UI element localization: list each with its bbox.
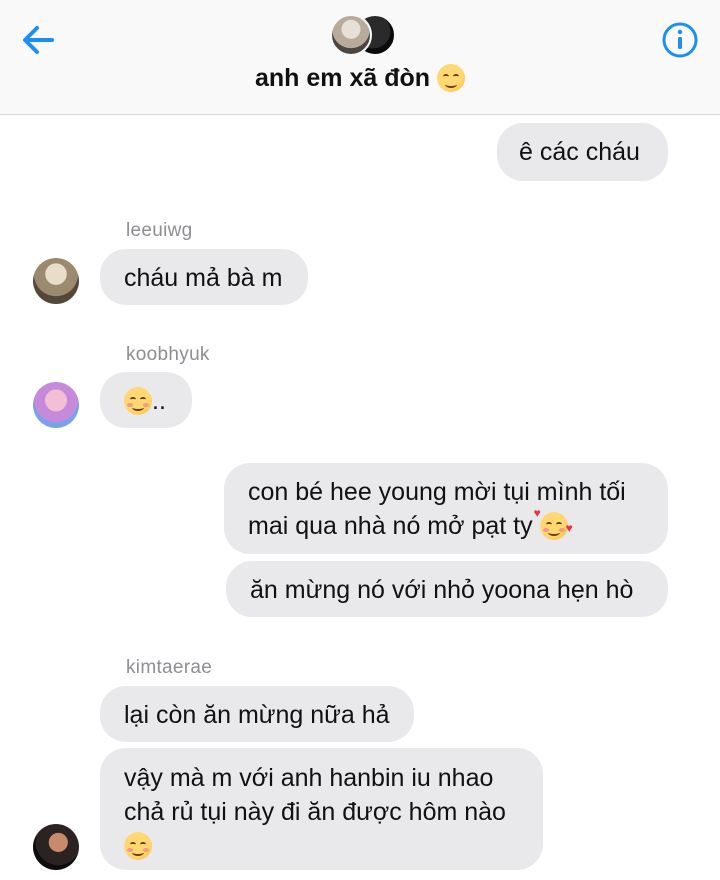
message-bubble-outgoing[interactable]: ăn mừng nó với nhỏ yoona hẹn hò [226,561,668,617]
avatar[interactable] [33,258,79,304]
avatar[interactable] [33,382,79,428]
smiling-face-emoji [124,832,152,860]
back-arrow-icon[interactable] [18,20,58,60]
message-bubble-outgoing[interactable]: ê các cháu [497,123,668,181]
message-text-line-2: chả rủ tụi này đi ăn được hôm nào [124,798,506,826]
message-bubble-outgoing[interactable]: con bé hee young mời tụi mình tối mai qu… [224,463,668,554]
chat-header: anh em xã đòn [0,0,720,115]
group-avatar[interactable] [330,14,402,56]
smiling-face-with-hearts-emoji: ♥ ♥ [534,507,573,540]
message-bubble-incoming[interactable]: .. [100,372,192,428]
message-text: lại còn ăn mừng nữa hả [124,701,390,729]
smirk-face-emoji [437,64,465,92]
sender-name: leeuiwg [126,220,193,241]
message-text-line-1: con bé hee young mời tụi mình tối [248,478,626,506]
sender-name: koobhyuk [126,344,210,365]
message-text: .. [152,387,166,415]
sender-name: kimtaerae [126,657,213,678]
message-text: ăn mừng nó với nhỏ yoona hẹn hò [250,576,634,604]
message-bubble-incoming[interactable]: vậy mà m với anh hanbin iu nhao chả rủ t… [100,748,543,870]
chat-title[interactable]: anh em xã đòn [0,64,720,93]
smiling-face-emoji [124,387,152,415]
chat-title-text: anh em xã đòn [255,64,431,92]
avatar[interactable] [33,824,79,870]
message-text-line-2: mai qua nhà nó mở pạt ty [248,512,533,540]
message-bubble-incoming[interactable]: cháu mả bà m [100,249,308,305]
message-text: ê các cháu [519,138,640,166]
message-text: cháu mả bà m [124,264,283,292]
info-icon[interactable] [660,20,700,60]
message-bubble-incoming[interactable]: lại còn ăn mừng nữa hả [100,686,414,742]
group-avatar-1 [330,14,372,56]
message-text-line-1: vậy mà m với anh hanbin iu nhao [124,764,494,792]
